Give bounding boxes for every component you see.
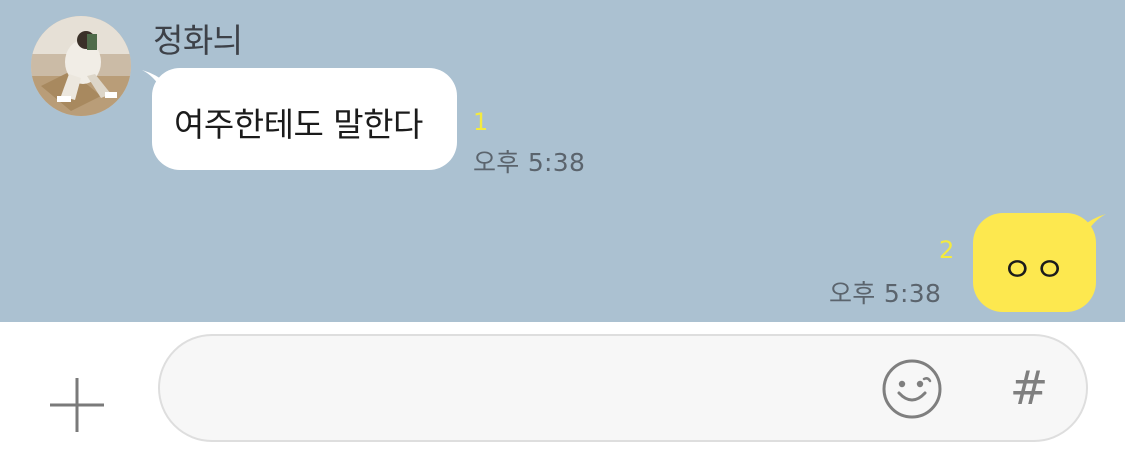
plus-icon[interactable] (48, 376, 106, 434)
outgoing-message-text: ㅇㅇ (1002, 250, 1067, 289)
bubble-tail (1080, 214, 1106, 234)
incoming-message-bubble[interactable]: 여주한테도 말한다 (142, 68, 457, 170)
incoming-message-time: 오후 5:38 (473, 148, 586, 177)
emoji-icon[interactable] (880, 357, 944, 421)
outgoing-message-time: 오후 5:38 (829, 279, 942, 308)
sender-name: 정화늬 (153, 21, 243, 60)
chat-area: 정화늬 여주한테도 말한다 1 오후 5:38 2 오후 5:38 ㅇㅇ (0, 0, 1125, 322)
incoming-message-text: 여주한테도 말한다 (174, 105, 423, 144)
hashtag-icon[interactable]: # (1004, 357, 1054, 419)
outgoing-message-bubble[interactable]: ㅇㅇ (973, 213, 1106, 312)
outgoing-unread-count: 2 (939, 236, 955, 264)
bubble-tail (142, 70, 168, 90)
avatar-photo (31, 16, 131, 116)
message-input[interactable] (158, 334, 1088, 442)
incoming-unread-count: 1 (473, 108, 489, 136)
sender-avatar[interactable] (31, 16, 131, 116)
